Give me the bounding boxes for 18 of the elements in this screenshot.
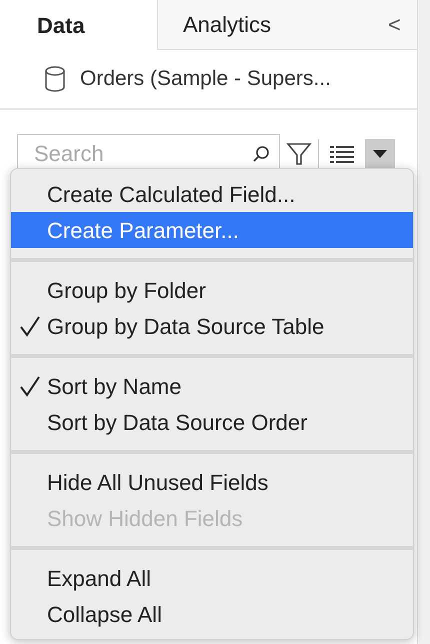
menu-item[interactable]: Group by Data Source Table bbox=[11, 308, 413, 344]
filter-icon[interactable] bbox=[286, 141, 312, 167]
menu-item[interactable]: Collapse All bbox=[11, 596, 413, 632]
menu-item[interactable]: Group by Folder bbox=[11, 272, 413, 308]
caret-icon bbox=[373, 150, 387, 158]
menu-item[interactable]: Expand All bbox=[11, 560, 413, 596]
menu-item[interactable]: Hide All Unused Fields bbox=[11, 464, 413, 500]
dropdown-button[interactable] bbox=[365, 139, 395, 169]
database-icon bbox=[44, 65, 66, 93]
checkmark-icon bbox=[19, 315, 41, 337]
menu-item[interactable]: Create Parameter... bbox=[11, 212, 413, 248]
data-source-name[interactable]: Orders (Sample - Supers... bbox=[80, 63, 331, 95]
menu-item[interactable]: Sort by Data Source Order bbox=[11, 404, 413, 440]
search-icon bbox=[252, 145, 270, 163]
checkmark-icon bbox=[19, 375, 41, 397]
menu-item[interactable]: Sort by Name bbox=[11, 368, 413, 404]
menu-item[interactable]: Create Calculated Field... bbox=[11, 176, 413, 212]
list-view-icon[interactable] bbox=[329, 144, 355, 164]
